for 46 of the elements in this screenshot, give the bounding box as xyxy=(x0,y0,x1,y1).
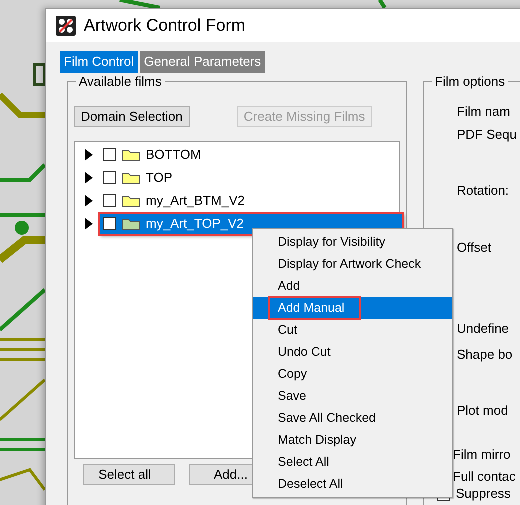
window-title: Artwork Control Form xyxy=(84,16,246,36)
tree-item[interactable]: my_Art_BTM_V2 xyxy=(99,190,403,212)
film-name: my_Art_BTM_V2 xyxy=(146,193,245,208)
expand-arrow-icon xyxy=(85,194,93,206)
checkbox[interactable] xyxy=(103,217,116,230)
film-name: my_Art_TOP_V2 xyxy=(146,216,244,231)
tab[interactable]: General Parameters xyxy=(140,51,266,73)
checkbox[interactable] xyxy=(103,148,116,161)
menu-item[interactable]: Save xyxy=(253,385,452,407)
menu-item[interactable]: Copy xyxy=(253,363,452,385)
button[interactable]: Domain Selection xyxy=(74,106,190,127)
field-label: PDF Sequ xyxy=(457,127,518,143)
checkbox[interactable] xyxy=(103,194,116,207)
menu-item[interactable]: Display for Artwork Check xyxy=(253,253,452,275)
checkbox-label: Suppress xyxy=(456,486,511,502)
folder-icon xyxy=(122,148,140,161)
app-icon xyxy=(56,16,76,36)
option-label: Full contac xyxy=(453,469,517,485)
menu-item[interactable]: Match Display xyxy=(253,429,452,451)
menu-item[interactable]: Add xyxy=(253,275,452,297)
menu-item[interactable]: Undo Cut xyxy=(253,341,452,363)
field-label: Rotation: xyxy=(457,183,510,199)
group-title: Available films xyxy=(76,74,165,89)
menu-item[interactable]: Save All Checked xyxy=(253,407,452,429)
field-label: Offset xyxy=(457,240,492,256)
folder-icon xyxy=(122,194,140,207)
button[interactable]: Select all xyxy=(83,464,175,485)
field-label: Undefine xyxy=(457,321,510,337)
film-name: BOTTOM xyxy=(146,147,202,162)
tab[interactable]: Film Control xyxy=(60,51,138,73)
menu-item[interactable]: Add Manual xyxy=(253,297,452,319)
group-title: Film options xyxy=(432,74,508,89)
menu-item[interactable]: Cut xyxy=(253,319,452,341)
expand-arrow-icon xyxy=(85,172,93,184)
expand-arrow-icon xyxy=(85,218,93,230)
option-label: Film mirro xyxy=(453,447,512,463)
film-name: TOP xyxy=(146,170,172,185)
checkbox[interactable] xyxy=(103,171,116,184)
tree-item[interactable]: TOP xyxy=(99,166,403,188)
expand-arrow-icon xyxy=(85,148,93,160)
field-label: Plot mod xyxy=(457,403,510,419)
folder-icon xyxy=(122,217,140,230)
field-label: Shape bo xyxy=(457,347,514,363)
field-label: Film nam xyxy=(457,104,512,120)
folder-icon xyxy=(122,171,140,184)
tree-item[interactable]: BOTTOM xyxy=(99,144,403,166)
